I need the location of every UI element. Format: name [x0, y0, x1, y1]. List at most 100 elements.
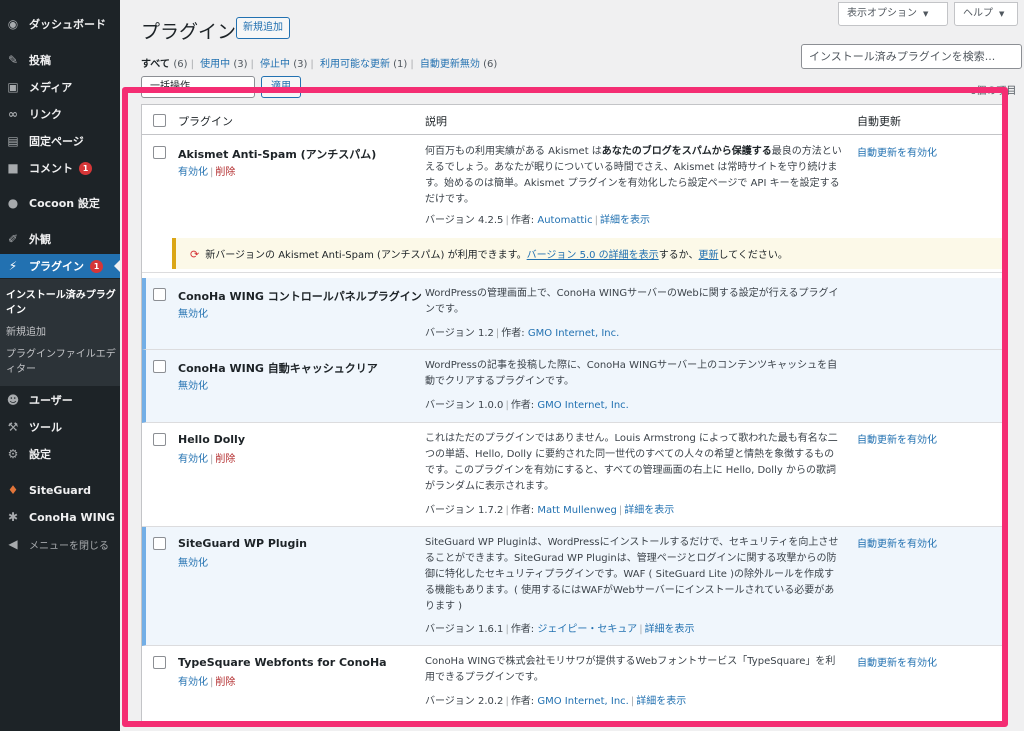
menu-label: メディア [29, 81, 73, 94]
menu-links[interactable]: ∞ リンク [0, 102, 120, 126]
plugin-checkbox[interactable] [153, 146, 166, 159]
author-link[interactable]: Automattic [537, 215, 592, 226]
bulk-action-select[interactable]: 一括操作 [141, 76, 255, 98]
plugin-actions: 有効化 | 削除 [178, 454, 236, 465]
select-all-checkbox[interactable] [153, 114, 166, 127]
deactivate-link[interactable]: 無効化 [178, 558, 208, 569]
plugin-row-typesquare: TypeSquare Webfonts for ConoHa 有効化 | 削除 Co… [142, 646, 1002, 723]
plugin-version-info: バージョン 1.7.2 | 作者: Matt Mullenweg | 詳細を表示 [425, 505, 675, 516]
menu-comments[interactable]: ■ コメント 1 [0, 156, 120, 180]
enable-auto-update-link[interactable]: 自動更新を有効化 [857, 144, 937, 159]
menu-plugins[interactable]: ⚡ プラグイン 1 [0, 254, 120, 278]
menu-collapse[interactable]: ◀ メニューを閉じる [0, 532, 120, 556]
author-link[interactable]: GMO Internet, Inc. [537, 400, 628, 411]
delete-link[interactable]: 削除 [215, 677, 235, 688]
filter-all[interactable]: すべて (6) [141, 59, 188, 70]
plugin-name: ConoHa WING コントロールパネルプラグイン [178, 290, 422, 303]
screen-options-tab[interactable]: 表示オプション ▼ [838, 2, 948, 26]
settings-icon: ⚙ [7, 447, 19, 461]
menu-conoha-wing[interactable]: ✱ ConoHa WING [0, 505, 120, 529]
menu-label: ツール [29, 421, 62, 434]
menu-pages[interactable]: ▤ 固定ページ [0, 129, 120, 153]
plugin-checkbox[interactable] [153, 433, 166, 446]
plugin-checkbox[interactable] [153, 288, 166, 301]
details-link[interactable]: 詳細を表示 [624, 505, 674, 516]
author-link[interactable]: ジェイピー・セキュア [537, 624, 637, 635]
admin-sidebar: ◉ ダッシュボード ✎ 投稿 ▣ メディア ∞ リンク ▤ 固定ページ ■ コメ… [0, 0, 120, 731]
submenu-plugin-editor[interactable]: プラグインファイルエディター [6, 347, 116, 377]
deactivate-link[interactable]: 無効化 [178, 309, 208, 320]
comment-count-badge: 1 [79, 161, 92, 175]
enable-auto-update-link[interactable]: 自動更新を有効化 [857, 535, 937, 550]
plugin-version-info: バージョン 2.0.2 | 作者: GMO Internet, Inc. | 詳細を表示 [425, 696, 687, 707]
comment-icon: ■ [7, 161, 19, 175]
plugin-description: SiteGuard WP Pluginは、WordPressにインストールするだ… [425, 537, 839, 612]
plugin-name: SiteGuard WP Plugin [178, 537, 307, 550]
filter-upgrade[interactable]: 利用可能な更新 (1) [320, 59, 407, 70]
plugin-description: WordPressの管理画面上で、ConoHa WINGサーバーのWebに関する… [425, 288, 839, 315]
menu-tools[interactable]: ⚒ ツール [0, 415, 120, 439]
menu-label: ユーザー [29, 394, 73, 407]
apply-button[interactable]: 適用 [261, 76, 301, 98]
media-icon: ▣ [7, 80, 19, 94]
menu-siteguard[interactable]: ♦ SiteGuard [0, 478, 120, 502]
activate-link[interactable]: 有効化 [178, 677, 208, 688]
plugin-update-badge: 1 [90, 259, 103, 273]
details-link[interactable]: 詳細を表示 [645, 624, 695, 635]
menu-label: メニューを閉じる [29, 540, 109, 552]
help-tab[interactable]: ヘルプ ▼ [954, 2, 1018, 26]
menu-label: リンク [29, 108, 62, 121]
plugin-row-hello-dolly: Hello Dolly 有効化 | 削除 これはただのプラグインではありません。Lo… [142, 423, 1002, 527]
cocoon-icon: ● [7, 196, 19, 210]
author-link[interactable]: Matt Mullenweg [537, 505, 616, 516]
plugin-description: ConoHa WINGで株式会社モリサワが提供するWebフォントサービス「Typ… [425, 656, 836, 683]
page-title: プラグイン [141, 21, 237, 43]
activate-link[interactable]: 有効化 [178, 167, 208, 178]
menu-dashboard[interactable]: ◉ ダッシュボード [0, 12, 120, 36]
view-version-details-link[interactable]: バージョン 5.0 の詳細を表示 [527, 250, 659, 261]
plugin-version-info: バージョン 1.6.1 | 作者: ジェイピー・セキュア | 詳細を表示 [425, 624, 695, 635]
activate-link[interactable]: 有効化 [178, 454, 208, 465]
plugin-row-conoha-cache-clear: ConoHa WING 自動キャッシュクリア 無効化 WordPressの記事を… [142, 350, 1002, 423]
plugin-row-siteguard: SiteGuard WP Plugin 無効化 SiteGuard WP Plu… [142, 527, 1002, 646]
details-link[interactable]: 詳細を表示 [600, 215, 650, 226]
plugin-checkbox[interactable] [153, 656, 166, 669]
add-new-button[interactable]: 新規追加 [236, 17, 290, 39]
deactivate-link[interactable]: 無効化 [178, 381, 208, 392]
plugin-status-filters: すべて (6) | 使用中 (3) | 停止中 (3) | 利用可能な更新 (1) | … [141, 59, 498, 70]
menu-media[interactable]: ▣ メディア [0, 75, 120, 99]
plugin-search-input[interactable] [801, 44, 1022, 69]
collapse-icon: ◀ [8, 537, 18, 551]
menu-posts[interactable]: ✎ 投稿 [0, 48, 120, 72]
submenu-add-new[interactable]: 新規追加 [6, 325, 116, 340]
page-icon: ▤ [7, 134, 19, 148]
author-link[interactable]: GMO Internet, Inc. [528, 328, 619, 339]
appearance-icon: ✐ [7, 232, 19, 246]
caret-down-icon: ▼ [999, 10, 1005, 18]
screen-options-label: 表示オプション [847, 8, 917, 19]
plugin-version-info: バージョン 1.2 | 作者: GMO Internet, Inc. [425, 328, 620, 339]
delete-link[interactable]: 削除 [215, 167, 235, 178]
submenu-installed-plugins[interactable]: インストール済みプラグイン [6, 288, 116, 318]
enable-auto-update-link[interactable]: 自動更新を有効化 [857, 654, 937, 669]
author-link[interactable]: GMO Internet, Inc. [537, 696, 628, 707]
pin-icon: ✎ [7, 53, 19, 67]
plugin-version-info: バージョン 4.2.5 | 作者: Automattic | 詳細を表示 [425, 215, 650, 226]
menu-settings[interactable]: ⚙ 設定 [0, 442, 120, 466]
filter-inactive[interactable]: 停止中 (3) [260, 59, 307, 70]
filter-auto-update-disabled[interactable]: 自動更新無効 (6) [420, 59, 497, 70]
plugin-checkbox[interactable] [153, 360, 166, 373]
delete-link[interactable]: 削除 [215, 454, 235, 465]
table-header: プラグイン 説明 自動更新 [142, 105, 1002, 135]
menu-appearance[interactable]: ✐ 外観 [0, 227, 120, 251]
plugins-submenu: インストール済みプラグイン 新規追加 プラグインファイルエディター [0, 279, 120, 386]
update-now-link[interactable]: 更新 [699, 250, 719, 261]
plugin-description: これはただのプラグインではありません。Louis Armstrong によって歌… [425, 433, 838, 492]
menu-users[interactable]: ☻ ユーザー [0, 388, 120, 412]
enable-auto-update-link[interactable]: 自動更新を有効化 [857, 431, 937, 446]
menu-cocoon[interactable]: ● Cocoon 設定 [0, 191, 120, 215]
details-link[interactable]: 詳細を表示 [636, 696, 686, 707]
menu-label: 投稿 [29, 54, 51, 67]
filter-active[interactable]: 使用中 (3) [200, 59, 247, 70]
plugin-checkbox[interactable] [153, 537, 166, 550]
